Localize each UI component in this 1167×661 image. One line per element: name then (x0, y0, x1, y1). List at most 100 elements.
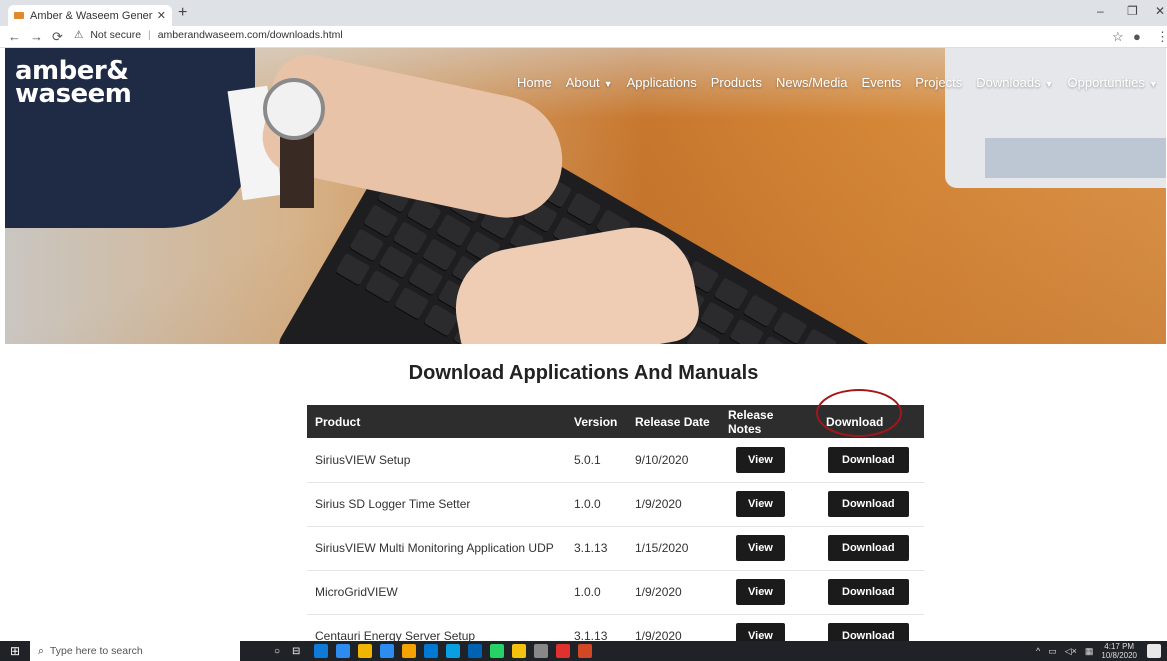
security-label: Not secure (90, 29, 142, 41)
table-row: MicroGridVIEW 1.0.0 1/9/2020 View Downlo… (307, 570, 924, 615)
view-notes-button[interactable]: View (736, 446, 785, 473)
nav-about-label: About (565, 74, 600, 90)
download-button[interactable]: Download (828, 535, 909, 561)
keyboard-key (335, 252, 371, 286)
logo-line-2: waseem (15, 79, 132, 110)
new-tab-button[interactable]: + (178, 4, 187, 22)
product-name: MicroGridVIEW (307, 570, 566, 615)
release-notes-cell: View (720, 482, 818, 527)
hero-watch (263, 78, 325, 140)
reload-icon[interactable]: ⟳ (52, 29, 63, 45)
url-text: amberandwaseem.com/downloads.html (157, 29, 343, 41)
downloads-table: Product Version Release Date Release Not… (307, 405, 924, 658)
nav-applications[interactable]: Applications (627, 75, 697, 90)
clock-time: 4:17 PM (1104, 642, 1135, 651)
pinned-app-icon[interactable] (380, 644, 395, 658)
nav-about[interactable]: About ▼ (566, 75, 613, 90)
release-date: 1/9/2020 (627, 482, 720, 527)
pinned-app-icon[interactable] (556, 644, 571, 658)
pinned-app-icon[interactable] (402, 644, 417, 658)
nav-downloads-label: Downloads (976, 74, 1041, 90)
pinned-app-icon[interactable] (512, 644, 527, 658)
pinned-apps (306, 644, 593, 658)
nav-home[interactable]: Home (517, 75, 552, 90)
windows-taskbar: ⊞ ⌕ Type here to search ○ ⊟ ^ ▭ ◁× ▦ 4:1… (0, 641, 1167, 661)
profile-icon[interactable]: ● (1133, 29, 1141, 44)
forward-arrow-icon[interactable]: → (30, 29, 43, 44)
bookmark-star-icon[interactable]: ☆ (1112, 29, 1124, 45)
version: 1.0.0 (566, 482, 627, 527)
search-icon: ⌕ (38, 644, 44, 657)
close-window-button[interactable]: ✕ (1155, 4, 1165, 18)
main-navigation: Home About ▼ Applications Products News/M… (517, 73, 1166, 91)
release-date: 1/9/2020 (627, 570, 720, 615)
pinned-app-icon[interactable] (578, 644, 593, 658)
taskbar-search-box[interactable]: ⌕ Type here to search (30, 641, 240, 661)
windows-start-icon[interactable]: ⊞ (0, 641, 30, 661)
release-notes-cell: View (720, 526, 818, 571)
site-logo[interactable]: amber& waseem (15, 58, 132, 110)
taskbar-clock[interactable]: 4:17 PM 10/8/2020 (1101, 642, 1137, 660)
task-view-icon[interactable]: ⊟ (292, 646, 300, 657)
browser-tab-strip: Amber & Waseem General Tradin ✕ + – ❐ ✕ (0, 0, 1167, 26)
network-icon[interactable]: ▭ (1048, 646, 1057, 657)
release-notes-cell: View (720, 438, 818, 483)
keyboard-icon[interactable]: ▦ (1085, 646, 1094, 657)
view-notes-button[interactable]: View (736, 579, 785, 605)
pinned-app-icon[interactable] (534, 644, 549, 658)
back-arrow-icon[interactable]: ← (8, 29, 21, 44)
page-title: Download Applications And Manuals (408, 362, 759, 384)
keyboard-key (772, 311, 808, 344)
pinned-app-icon[interactable] (336, 644, 351, 658)
product-name: Sirius SD Logger Time Setter (307, 482, 566, 527)
pinned-app-icon[interactable] (424, 644, 439, 658)
view-notes-button[interactable]: View (736, 491, 785, 517)
keyboard-key (364, 269, 400, 303)
omnibox[interactable]: ⚠ Not secure | amberandwaseem.com/downlo… (74, 29, 343, 41)
system-tray: ^ ▭ ◁× ▦ 4:17 PM 10/8/2020 (1036, 641, 1137, 661)
tray-expand-icon[interactable]: ^ (1036, 646, 1040, 656)
browser-menu-icon[interactable]: ⋮ (1156, 29, 1167, 45)
nav-projects[interactable]: Projects (915, 75, 962, 90)
download-button[interactable]: Download (828, 446, 909, 473)
download-button[interactable]: Download (828, 579, 909, 605)
keyboard-key (423, 303, 459, 337)
download-button[interactable]: Download (828, 491, 909, 517)
download-cell: Download (818, 570, 924, 615)
column-header-release-date: Release Date (627, 405, 720, 438)
browser-tab[interactable]: Amber & Waseem General Tradin ✕ (8, 5, 172, 26)
minimize-button[interactable]: – (1097, 4, 1104, 18)
maximize-button[interactable]: ❐ (1127, 4, 1138, 18)
table-row: SiriusVIEW Setup 5.0.1 9/10/2020 View Do… (307, 438, 924, 483)
pinned-app-icon[interactable] (468, 644, 483, 658)
taskbar-search-placeholder: Type here to search (49, 645, 143, 657)
chevron-down-icon: ▼ (603, 78, 613, 89)
view-notes-button[interactable]: View (736, 535, 785, 561)
table-row: SiriusVIEW Multi Monitoring Application … (307, 526, 924, 571)
table-header-row: Product Version Release Date Release Not… (307, 405, 924, 438)
keyboard-key (394, 286, 430, 320)
hero-banner: amber& waseem Home About ▼ Applications P… (5, 48, 1166, 344)
address-bar-row: ← → ⟳ ⚠ Not secure | amberandwaseem.com/… (0, 26, 1167, 48)
cortana-icon[interactable]: ○ (274, 646, 280, 657)
nav-events[interactable]: Events (862, 75, 902, 90)
nav-news-media[interactable]: News/Media (776, 75, 848, 90)
product-name: SiriusVIEW Setup (307, 438, 566, 483)
nav-products[interactable]: Products (711, 75, 762, 90)
tab-close-icon[interactable]: ✕ (157, 9, 166, 22)
release-date: 9/10/2020 (627, 438, 720, 483)
keyboard-key (801, 328, 838, 344)
site-favicon-icon (14, 12, 24, 19)
column-header-download: Download (818, 405, 924, 438)
release-notes-cell: View (720, 570, 818, 615)
notifications-icon[interactable] (1147, 644, 1161, 658)
download-cell: Download (818, 438, 924, 483)
volume-icon[interactable]: ◁× (1065, 646, 1077, 657)
nav-opportunities[interactable]: Opportunities ▼ (1068, 75, 1158, 90)
nav-downloads[interactable]: Downloads ▼ (976, 75, 1053, 90)
download-cell: Download (818, 482, 924, 527)
pinned-app-icon[interactable] (490, 644, 505, 658)
pinned-app-icon[interactable] (358, 644, 373, 658)
pinned-app-icon[interactable] (314, 644, 329, 658)
pinned-app-icon[interactable] (446, 644, 461, 658)
